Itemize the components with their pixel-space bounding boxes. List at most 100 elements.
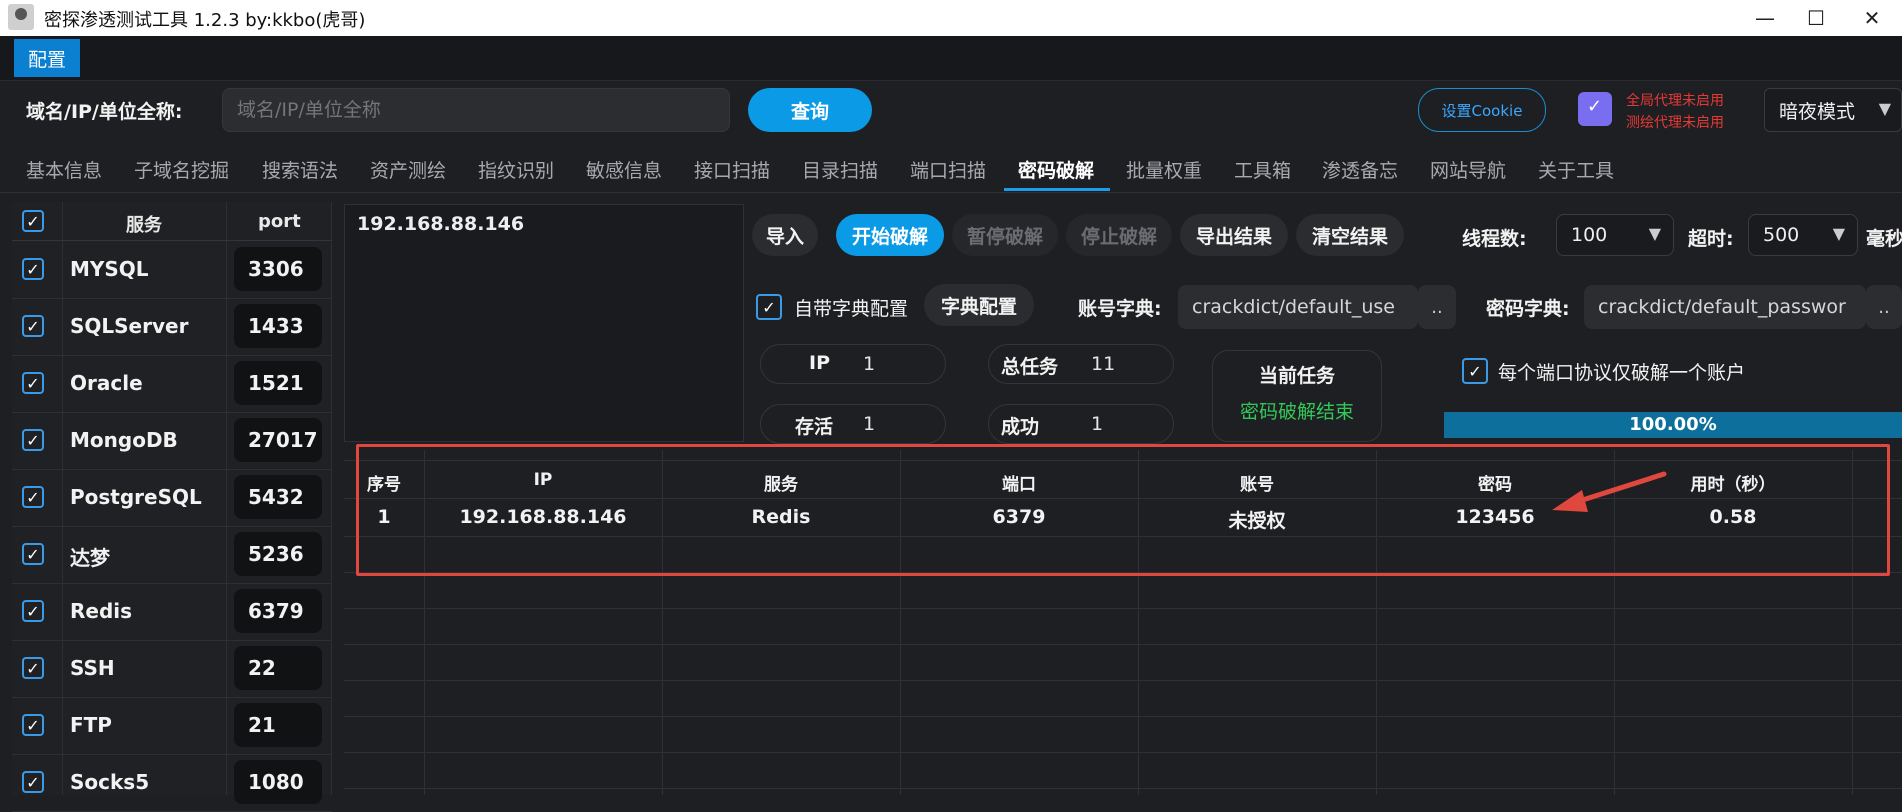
query-button[interactable]: 查询 <box>748 88 872 132</box>
builtin-dict-label: 自带字典配置 <box>794 298 909 320</box>
service-checkbox[interactable]: ✓ <box>22 543 44 565</box>
service-row: ✓ FTP 21 <box>12 697 332 755</box>
ip-stat-value: 1 <box>863 353 876 375</box>
target-textarea[interactable]: 192.168.88.146 <box>344 204 744 442</box>
window-title: 密探渗透测试工具 1.2.3 by:kkbo(虎哥) <box>44 10 366 31</box>
port-input[interactable]: 5432 <box>234 475 322 519</box>
service-name: Socks5 <box>70 770 150 794</box>
service-checkbox[interactable]: ✓ <box>22 600 44 622</box>
threads-label: 线程数: <box>1462 228 1527 250</box>
tab-toolbox[interactable]: 工具箱 <box>1234 156 1291 183</box>
alive-stat-value: 1 <box>863 413 876 435</box>
timeout-value: 500 <box>1763 224 1800 246</box>
theme-select[interactable]: 暗夜模式 ▼ <box>1764 88 1902 132</box>
start-crack-button[interactable]: 开始破解 <box>836 214 944 256</box>
pause-crack-button[interactable]: 暂停破解 <box>952 214 1058 256</box>
service-checkbox[interactable]: ✓ <box>22 714 44 736</box>
tab-api-scan[interactable]: 接口扫描 <box>694 156 770 183</box>
service-name: Oracle <box>70 371 143 395</box>
set-cookie-button[interactable]: 设置Cookie <box>1418 88 1546 132</box>
search-input[interactable] <box>222 88 730 132</box>
user-dict-browse-button[interactable]: .. <box>1418 285 1456 329</box>
services-header: ✓ 服务 port <box>12 202 332 241</box>
select-all-checkbox[interactable]: ✓ <box>22 210 44 232</box>
alive-stat-label: 存活 <box>795 416 834 438</box>
port-input[interactable]: 5236 <box>234 532 322 576</box>
port-input[interactable]: 27017 <box>234 418 322 462</box>
tab-site-nav[interactable]: 网站导航 <box>1430 156 1506 183</box>
user-dict-field[interactable]: crackdict/default_use <box>1178 285 1418 329</box>
tab-search-syntax[interactable]: 搜索语法 <box>262 156 338 183</box>
current-task-title: 当前任务 <box>1258 365 1335 387</box>
port-input[interactable]: 22 <box>234 646 322 690</box>
port-column-header: port <box>258 211 301 232</box>
threads-value: 100 <box>1571 224 1608 246</box>
tab-basic-info[interactable]: 基本信息 <box>26 156 102 183</box>
service-name: SSH <box>70 656 115 680</box>
user-dict-label: 账号字典: <box>1078 298 1162 320</box>
theme-value: 暗夜模式 <box>1779 100 1856 123</box>
tab-fingerprint[interactable]: 指纹识别 <box>478 156 554 183</box>
tab-pentest-memo[interactable]: 渗透备忘 <box>1322 156 1398 183</box>
tab-subdomain[interactable]: 子域名挖掘 <box>134 156 229 183</box>
port-input[interactable]: 1521 <box>234 361 322 405</box>
import-button[interactable]: 导入 <box>752 214 818 256</box>
alive-stat: 存活 1 <box>760 404 946 444</box>
tab-password-crack[interactable]: 密码破解 <box>1018 156 1094 183</box>
total-task-label: 总任务 <box>1001 356 1059 378</box>
port-input[interactable]: 3306 <box>234 247 322 291</box>
dict-config-button[interactable]: 字典配置 <box>924 284 1034 326</box>
port-input[interactable]: 1433 <box>234 304 322 348</box>
export-results-button[interactable]: 导出结果 <box>1180 214 1288 256</box>
stop-crack-button[interactable]: 停止破解 <box>1066 214 1172 256</box>
tab-sensitive-info[interactable]: 敏感信息 <box>586 156 662 183</box>
service-checkbox[interactable]: ✓ <box>22 657 44 679</box>
service-row: ✓ 达梦 5236 <box>12 526 332 584</box>
pass-dict-browse-button[interactable]: .. <box>1866 285 1902 329</box>
service-checkbox[interactable]: ✓ <box>22 486 44 508</box>
services-table: ✓ 服务 port ✓ MYSQL 3306 ✓ SQLServer 1433 ✓ Ora… <box>12 202 332 812</box>
service-checkbox[interactable]: ✓ <box>22 258 44 280</box>
service-row: ✓ MYSQL 3306 <box>12 241 332 299</box>
service-checkbox[interactable]: ✓ <box>22 771 44 793</box>
success-stat-value: 1 <box>1091 413 1104 435</box>
one-account-checkbox[interactable]: ✓ <box>1462 358 1488 384</box>
service-checkbox[interactable]: ✓ <box>22 315 44 337</box>
tab-dir-scan[interactable]: 目录扫描 <box>802 156 878 183</box>
port-input[interactable]: 1080 <box>234 760 322 804</box>
tab-port-scan[interactable]: 端口扫描 <box>910 156 986 183</box>
target-text: 192.168.88.146 <box>357 213 525 235</box>
service-row: ✓ Socks5 1080 <box>12 754 332 812</box>
port-input[interactable]: 21 <box>234 703 322 747</box>
tab-asset-mapping[interactable]: 资产测绘 <box>370 156 446 183</box>
service-row: ✓ SSH 22 <box>12 640 332 698</box>
close-icon[interactable]: ✕ <box>1842 0 1902 36</box>
pass-dict-field[interactable]: crackdict/default_passwor <box>1584 285 1866 329</box>
tab-batch-weight[interactable]: 批量权重 <box>1126 156 1202 183</box>
service-row: ✓ PostgreSQL 5432 <box>12 469 332 527</box>
threads-select[interactable]: 100 ▼ <box>1556 214 1674 256</box>
total-task-stat: 总任务 11 <box>988 344 1174 384</box>
port-input[interactable]: 6379 <box>234 589 322 633</box>
service-name: Redis <box>70 599 133 623</box>
service-name: PostgreSQL <box>70 485 202 509</box>
menu-config[interactable]: 配置 <box>14 39 80 77</box>
builtin-dict-checkbox[interactable]: ✓ <box>756 294 782 320</box>
current-task-box: 当前任务 密码破解结束 <box>1212 350 1382 442</box>
service-name: MYSQL <box>70 257 149 281</box>
chevron-down-icon: ▼ <box>1832 224 1845 243</box>
service-checkbox[interactable]: ✓ <box>22 372 44 394</box>
maximize-icon[interactable]: ☐ <box>1786 0 1846 36</box>
active-tab-indicator <box>1004 188 1110 191</box>
service-row: ✓ Oracle 1521 <box>12 355 332 413</box>
tab-bar: 基本信息 子域名挖掘 搜索语法 资产测绘 指纹识别 敏感信息 接口扫描 目录扫描… <box>0 146 1902 193</box>
clear-results-button[interactable]: 清空结果 <box>1296 214 1404 256</box>
timeout-select[interactable]: 500 ▼ <box>1748 214 1858 256</box>
service-checkbox[interactable]: ✓ <box>22 429 44 451</box>
total-task-value: 11 <box>1091 353 1116 375</box>
one-account-label: 每个端口协议仅破解一个账户 <box>1498 362 1746 384</box>
tab-about[interactable]: 关于工具 <box>1538 156 1614 183</box>
success-stat: 成功 1 <box>988 404 1174 444</box>
global-proxy-status: 全局代理未启用 <box>1626 93 1724 109</box>
chevron-down-icon: ▼ <box>1648 224 1661 243</box>
